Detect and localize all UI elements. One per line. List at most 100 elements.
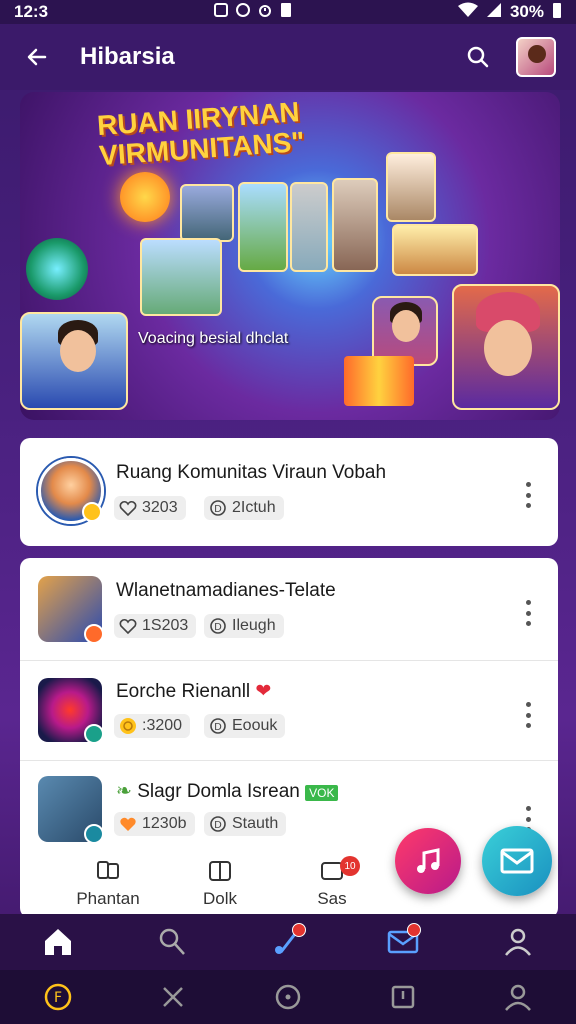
back-button[interactable]	[20, 40, 54, 74]
search-icon	[467, 46, 489, 68]
featured-stat-tag: D 2Ictuh	[204, 496, 284, 520]
alarm-icon	[257, 2, 273, 23]
list-item-stat-coins: :3200	[114, 714, 191, 738]
avatar[interactable]	[516, 37, 556, 77]
svg-text:D: D	[214, 820, 222, 831]
svg-text:D: D	[214, 622, 222, 633]
circle-home-icon	[275, 984, 301, 1010]
list-item-title[interactable]: ❧ Slagr Domla Isrean VOK	[116, 780, 339, 803]
banner-person-right	[452, 284, 560, 410]
music-button[interactable]	[395, 828, 461, 894]
list-item-stat-tag: D Eoouk	[204, 714, 286, 738]
home-icon	[44, 929, 71, 955]
tab-label: Sas	[317, 889, 347, 908]
circle-d-icon: D	[208, 814, 228, 834]
divider	[20, 660, 558, 661]
teal-badge-icon	[84, 824, 104, 844]
mail-icon	[500, 848, 534, 874]
circle-d-icon: D	[208, 616, 228, 636]
arrow-left-icon	[27, 48, 47, 66]
divider	[20, 760, 558, 761]
sun-illustration	[120, 172, 170, 222]
music-note-icon	[417, 848, 440, 873]
status-bar: 12:3 30%	[0, 0, 576, 24]
svg-text:D: D	[214, 504, 222, 515]
list-item-stat-tag-value: Eoouk	[232, 717, 278, 734]
banner-photo-1	[180, 184, 234, 242]
banner-photo-2	[238, 182, 288, 272]
featured-title: Ruang Komunitas Viraun Vobah	[116, 462, 387, 483]
orb-illustration	[26, 238, 88, 300]
svg-text:D: D	[214, 722, 222, 733]
tab-sas[interactable]: 10 Sas	[282, 848, 382, 918]
system-recents-button[interactable]	[383, 977, 423, 1017]
system-home-button[interactable]	[268, 977, 308, 1017]
pages-icon	[95, 857, 121, 885]
battery-icon	[552, 1, 562, 24]
more-options-icon[interactable]	[523, 702, 533, 728]
more-options-icon[interactable]	[523, 600, 533, 626]
nav-messages[interactable]	[373, 917, 433, 967]
gift-illustration	[344, 356, 414, 406]
nav-profile[interactable]	[488, 917, 548, 967]
more-options-icon[interactable]	[523, 482, 533, 508]
community-list-card: Wlanetnamadianes-Telate 1S203 D Ileugh E…	[20, 558, 558, 918]
heart-icon	[118, 498, 138, 518]
list-item-stat-tag-value: Ileugh	[232, 617, 276, 634]
search-button[interactable]	[458, 37, 498, 77]
featured-card[interactable]: Ruang Komunitas Viraun Vobah 3203 D 2Ict…	[20, 438, 558, 546]
status-icons	[213, 1, 293, 24]
banner-photo-3	[290, 182, 328, 272]
recents-icon	[391, 985, 415, 1009]
list-item-stat-likes-value: 1S203	[142, 617, 189, 634]
page-title: Hibarsia	[80, 43, 175, 70]
system-close-button[interactable]	[153, 977, 193, 1017]
circle-d-icon: D	[208, 716, 228, 736]
list-item-title[interactable]: Eorche Rienanll ❤	[116, 680, 271, 703]
tab-phantan[interactable]: Phantan	[58, 848, 158, 918]
system-account-button[interactable]	[498, 977, 538, 1017]
heart-emoji-icon: ❤	[255, 681, 272, 702]
nfc-icon	[213, 2, 229, 23]
battery-text: 30%	[509, 2, 544, 21]
featured-stat-likes-value: 3203	[142, 499, 178, 516]
banner-photo-4	[332, 178, 378, 272]
notification-badge	[291, 923, 306, 937]
tab-dolk[interactable]: Dolk	[170, 848, 270, 918]
list-item-stat-tag: D Stauth	[204, 812, 287, 836]
tab-label: Dolk	[202, 889, 237, 908]
list-item-title-text: Eorche Rienanll	[116, 681, 251, 702]
nav-explore[interactable]	[143, 917, 203, 967]
status-time: 12:3	[14, 2, 49, 21]
system-assist-button[interactable]: F	[38, 977, 78, 1017]
banner-photo-7	[140, 238, 222, 316]
featured-stat-tag-value: 2Ictuh	[232, 499, 276, 516]
person-icon	[505, 928, 532, 956]
list-item-stat-tag-value: Stauth	[232, 815, 279, 832]
coin-f-icon: F	[44, 983, 71, 1011]
app-bar: Hibarsia	[0, 24, 576, 90]
wifi-icon	[457, 2, 478, 23]
person-icon	[505, 984, 532, 1011]
banner-photo-6	[392, 224, 478, 276]
card-tab-bar: Phantan Dolk 10 Sas	[20, 848, 558, 918]
tab-label: Phantan	[76, 889, 140, 908]
compose-message-button[interactable]	[482, 826, 552, 896]
banner-photo-5	[386, 152, 436, 222]
bottom-nav	[0, 914, 576, 970]
nav-music[interactable]	[258, 917, 318, 967]
list-item-stat-tag: D Ileugh	[204, 614, 284, 638]
signal-icon	[486, 2, 502, 23]
system-nav-bar: F	[0, 970, 576, 1024]
tag-badge: VOK	[305, 785, 339, 801]
list-item-title[interactable]: Wlanetnamadianes-Telate	[116, 580, 336, 602]
list-item-stat-coins-value: :3200	[142, 717, 183, 734]
hero-banner[interactable]: RUAN IIRYNAN VIRMUNITANS" Voacing besial…	[20, 92, 560, 420]
orange-heart-icon	[118, 814, 138, 834]
featured-badge-icon	[82, 502, 102, 522]
leaf-icon: ❧	[116, 781, 132, 802]
featured-stat-likes: 3203	[114, 496, 186, 520]
list-item-title-text: Slagr Domla Isrean	[137, 781, 300, 802]
coin-icon	[118, 716, 138, 736]
nav-home[interactable]	[28, 917, 88, 967]
